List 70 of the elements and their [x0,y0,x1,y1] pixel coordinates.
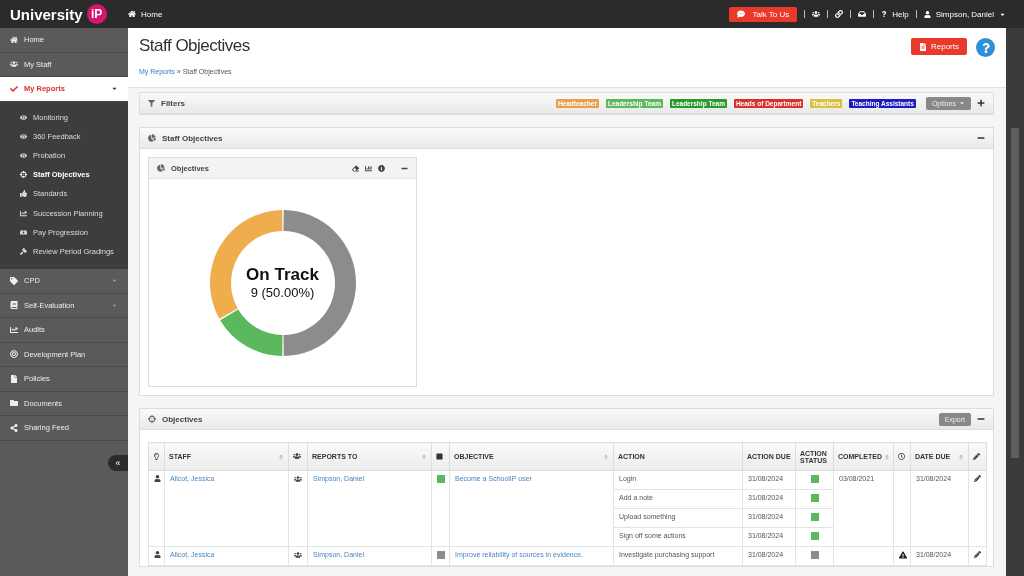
crosshair-icon [20,171,27,179]
check-icon [10,84,18,93]
eye-icon [20,113,27,121]
document-icon [10,374,18,383]
eye-icon [20,151,27,159]
pie-chart-icon [148,134,156,142]
home-link[interactable]: Home [128,9,163,19]
filter-icon [148,99,155,107]
people-icon[interactable] [812,10,821,18]
thumbs-up-icon [20,190,27,198]
pencil-icon [973,452,980,460]
chart-center-value: 9 (50.00%) [250,285,315,300]
clock-icon [898,452,905,460]
eraser-icon[interactable] [352,164,359,172]
banknote-icon [20,228,27,236]
house-icon [10,35,18,44]
chart-center-title: On Track [246,265,319,285]
person-icon [923,10,931,18]
inbox-icon[interactable] [858,10,867,18]
plus-icon[interactable] [977,99,985,107]
sort-icon [421,453,427,460]
bar-chart-icon[interactable] [365,164,372,172]
panel-title: Filters [161,98,186,108]
person-icon [154,475,161,482]
pencil-icon[interactable] [974,475,981,482]
sort-icon [278,453,284,460]
collapse-button[interactable]: « [108,454,128,471]
house-icon [128,10,136,18]
people-icon [294,475,302,483]
crosshair-icon [148,415,156,423]
help-link[interactable]: Help [881,9,909,19]
gavel-icon [20,247,27,255]
target-icon [10,350,18,359]
line-chart-icon [20,209,27,217]
brand-badge: iP [86,4,107,24]
minus-icon[interactable] [977,134,985,142]
minus-icon[interactable] [977,415,985,423]
pie-chart-icon [157,164,165,172]
warning-icon [899,551,907,559]
panel-title: Staff Objectives [162,133,224,143]
book-icon [10,301,18,310]
page-title: Staff Objectives [139,36,250,56]
help-button[interactable] [976,38,995,57]
line-chart-icon [10,325,18,334]
people-icon [10,60,18,69]
sort-icon [958,453,964,460]
folder-icon [10,399,18,408]
panel-title: Objectives [162,414,204,424]
brand-name: University [10,5,83,23]
question-icon [881,11,888,17]
document-icon [919,42,927,51]
sort-icon [883,453,890,460]
info-icon[interactable] [378,164,385,172]
user-menu[interactable]: Simpson, Daniel [923,9,1006,19]
speech-bubble-icon [736,10,745,18]
link-icon[interactable] [835,10,844,18]
person-icon [154,551,161,558]
tag-icon [10,276,18,285]
people-icon [293,452,301,460]
people-icon [294,551,302,559]
scrollbar-thumb[interactable] [1011,128,1019,458]
pencil-icon[interactable] [974,551,981,558]
question-icon [980,42,991,53]
lightbulb-icon [153,452,160,460]
talk-to-us-button[interactable]: Talk To Us [728,6,798,22]
share-icon [10,423,18,432]
sort-icon [603,453,609,460]
eye-icon [20,132,27,140]
caret-icon [959,100,965,106]
reports-button[interactable]: Reports [911,38,967,55]
